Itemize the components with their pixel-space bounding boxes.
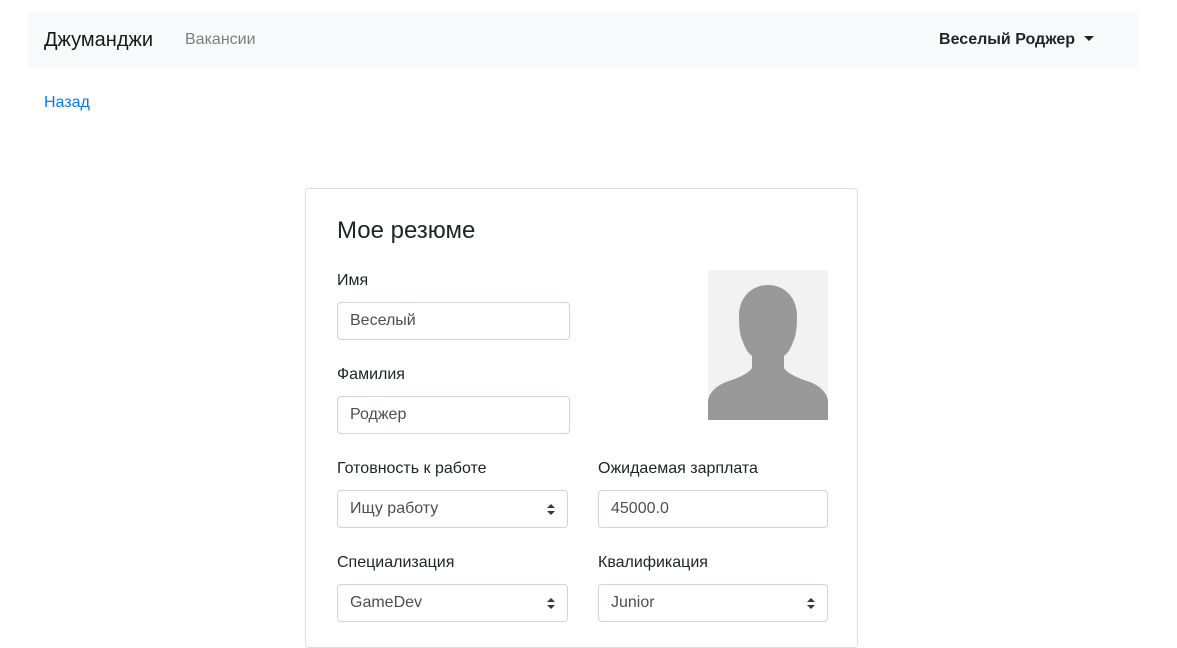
- qualification-label: Квалификация: [598, 554, 708, 571]
- select-arrows-icon: [807, 598, 815, 609]
- brand-link[interactable]: Джуманджи: [44, 28, 153, 52]
- last-name-field[interactable]: Роджер: [337, 396, 570, 434]
- qualification-select[interactable]: Junior: [598, 584, 828, 622]
- readiness-select-value: Ищу работу: [350, 500, 439, 517]
- readiness-select[interactable]: Ищу работу: [337, 490, 568, 528]
- specialization-select[interactable]: GameDev: [337, 584, 568, 622]
- user-menu-label: Веселый Роджер: [939, 31, 1075, 48]
- select-arrows-icon: [547, 504, 555, 515]
- specialization-label: Специализация: [337, 554, 455, 571]
- person-silhouette-icon: [708, 285, 828, 420]
- specialization-select-value: GameDev: [350, 594, 423, 611]
- navbar: Джуманджи Вакансии Веселый Роджер: [28, 12, 1138, 68]
- resume-card: Мое резюме Имя Веселый Фамилия Роджер Го…: [305, 188, 858, 648]
- first-name-field[interactable]: Веселый: [337, 302, 570, 340]
- caret-down-icon: [1084, 36, 1094, 41]
- readiness-label: Готовность к работе: [337, 460, 487, 477]
- user-menu-dropdown[interactable]: Веселый Роджер: [939, 31, 1094, 49]
- nav-link-vacancies[interactable]: Вакансии: [185, 31, 256, 49]
- salary-label: Ожидаемая зарплата: [598, 460, 758, 477]
- page-title: Мое резюме: [337, 217, 476, 244]
- select-arrows-icon: [547, 598, 555, 609]
- avatar[interactable]: [708, 270, 828, 420]
- back-link[interactable]: Назад: [44, 94, 90, 112]
- last-name-label: Фамилия: [337, 366, 405, 383]
- first-name-label: Имя: [337, 272, 369, 289]
- salary-field[interactable]: 45000.0: [598, 490, 828, 528]
- qualification-select-value: Junior: [611, 594, 655, 611]
